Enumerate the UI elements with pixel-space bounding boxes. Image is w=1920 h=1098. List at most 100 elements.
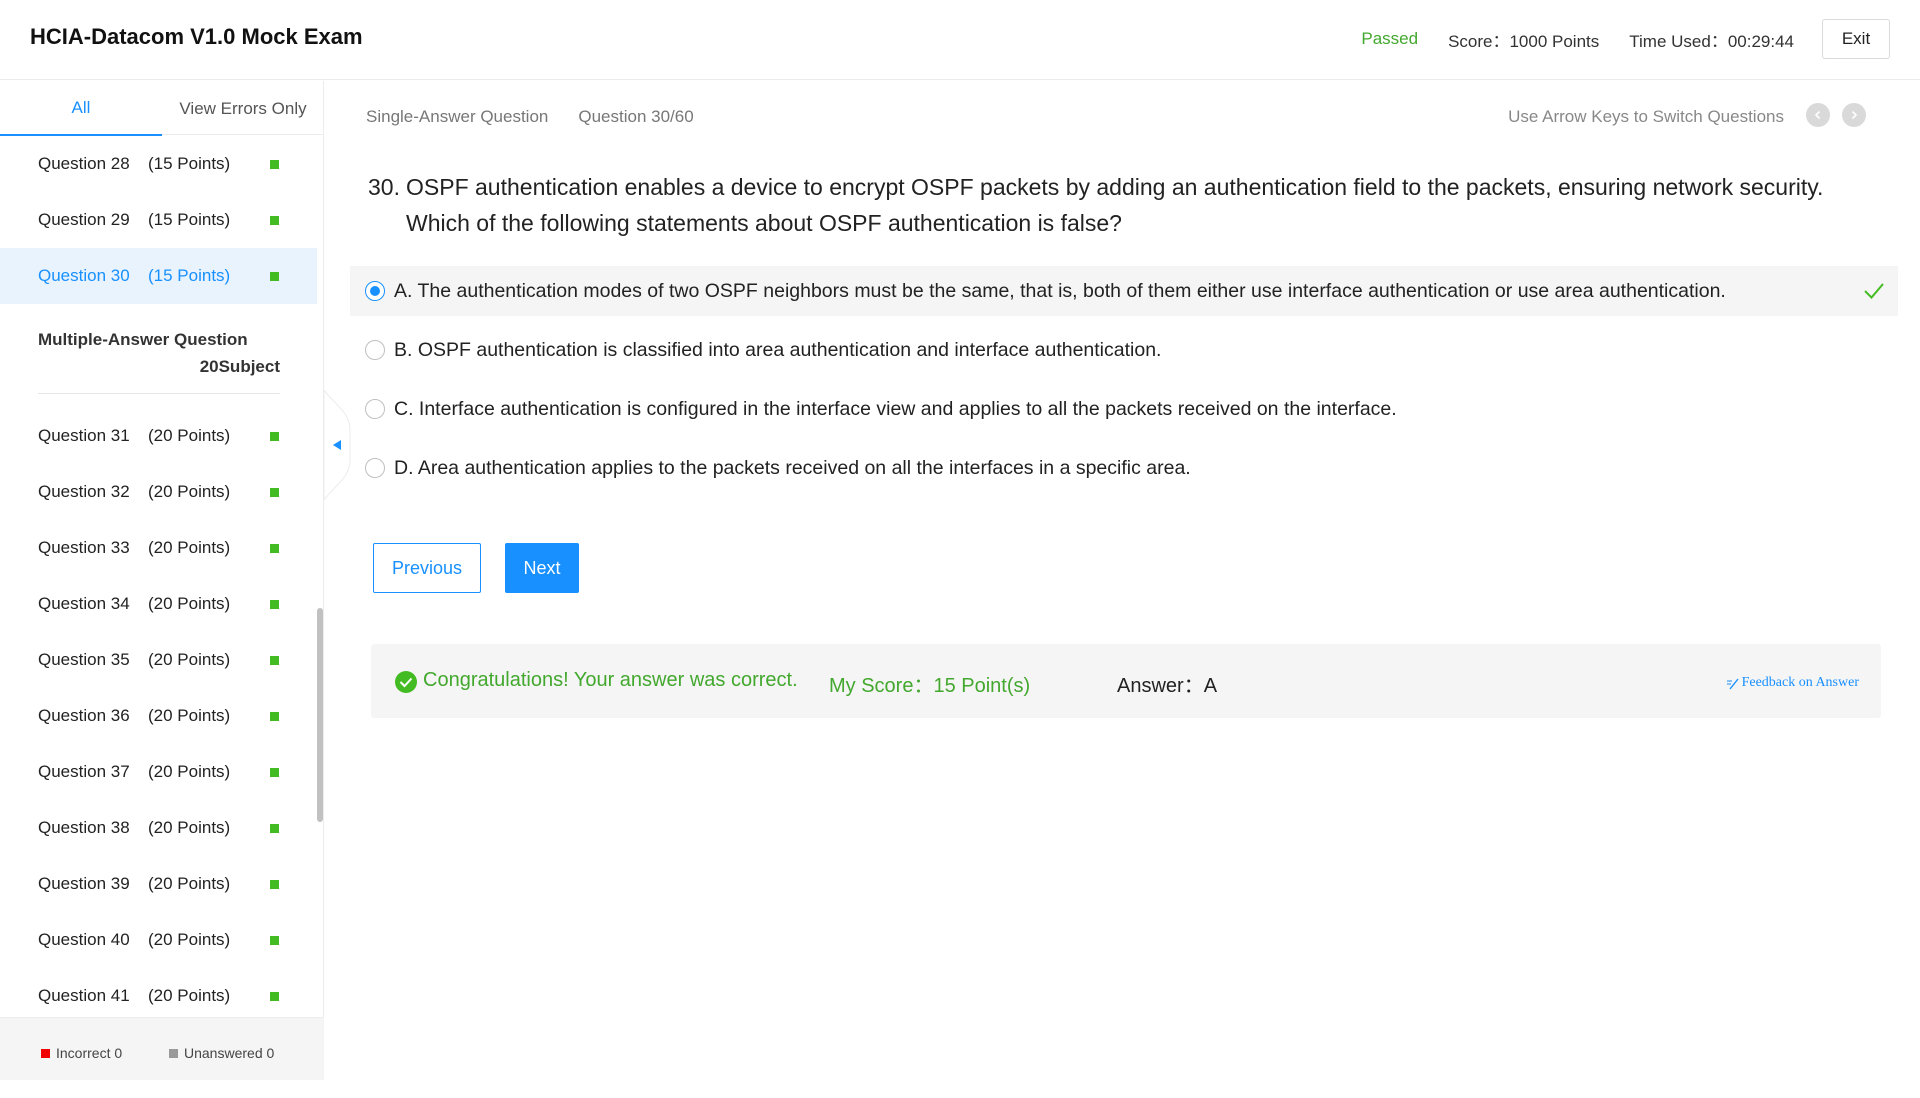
question-stem: 30. OSPF authentication enables a device… [368,169,1888,241]
question-points: (20 Points) [148,874,231,893]
section-header-multiple-answer: Multiple-Answer Question 20Subject [0,316,317,394]
tab-view-errors-only[interactable]: View Errors Only [162,81,324,136]
question-name: Question 35 [38,650,130,669]
option-b-radio[interactable] [365,340,385,360]
question-points: (20 Points) [148,762,231,781]
question-points: (15 Points) [148,266,231,285]
legend-unanswered: Unanswered 0 [169,1045,274,1061]
list-item-question-29[interactable]: Question 29 (15 Points) [0,192,317,248]
question-list[interactable]: Question 28 (15 Points) Question 29 (15 … [0,136,318,1098]
question-name: Question 30 [38,266,130,285]
question-name: Question 29 [38,210,130,229]
feedback-label: Feedback on Answer [1741,675,1859,690]
check-icon [1864,283,1884,299]
answer-result-panel: Congratulations! Your answer was correct… [371,644,1881,718]
option-b-label: B. OSPF authentication is classified int… [394,338,1162,361]
question-name: Question 39 [38,874,130,893]
question-points: (20 Points) [148,986,231,1005]
list-item-question-28[interactable]: Question 28 (15 Points) [0,136,317,192]
question-name: Question 28 [38,154,130,173]
question-points: (15 Points) [148,210,231,229]
tab-all[interactable]: All [0,81,162,136]
feedback-link[interactable]: Feedback on Answer [1726,675,1859,691]
option-c-radio[interactable] [365,399,385,419]
question-name: Question 40 [38,930,130,949]
answered-marker [270,656,279,665]
answered-marker [270,272,279,281]
answered-marker [270,216,279,225]
section-divider [38,393,280,394]
question-points: (15 Points) [148,154,231,173]
answered-marker [270,712,279,721]
header-status-area: Passed Score：1000 Points Time Used：00:29… [1361,18,1890,60]
list-item-question-32[interactable]: Question 32 (20 Points) [0,464,317,520]
option-d-radio[interactable] [365,458,385,478]
question-name: Question 33 [38,538,130,557]
incorrect-marker-icon [41,1048,50,1058]
question-type: Single-Answer Question [366,107,549,126]
question-counter: Question 30/60 [578,107,694,126]
question-name: Question 41 [38,986,130,1005]
option-a[interactable]: A. The authentication modes of two OSPF … [350,266,1898,316]
unanswered-marker-icon [169,1048,178,1058]
next-arrow-icon [1851,110,1858,120]
option-a-label: A. The authentication modes of two OSPF … [394,279,1726,302]
tab-divider [162,134,324,135]
question-name: Question 36 [38,706,130,725]
option-c[interactable]: C. Interface authentication is configure… [350,384,1898,434]
list-item-question-41[interactable]: Question 41 (20 Points) [0,968,317,1024]
option-d[interactable]: D. Area authentication applies to the pa… [350,443,1898,493]
result-message: Congratulations! Your answer was correct… [423,669,798,691]
list-item-question-40[interactable]: Question 40 (20 Points) [0,912,317,968]
section-title: Multiple-Answer Question [38,330,248,349]
list-item-question-34[interactable]: Question 34 (20 Points) [0,576,317,632]
question-points: (20 Points) [148,706,231,725]
option-d-label: D. Area authentication applies to the pa… [394,456,1191,479]
list-item-question-33[interactable]: Question 33 (20 Points) [0,520,317,576]
question-points: (20 Points) [148,594,231,613]
legend-incorrect: Incorrect 0 [41,1045,122,1061]
sidebar-legend: Incorrect 0 Unanswered 0 [0,1017,324,1080]
correct-answer: Answer：A [1117,675,1218,697]
question-name: Question 34 [38,594,130,613]
question-points: (20 Points) [148,930,231,949]
option-a-radio[interactable] [365,281,385,301]
list-item-question-39[interactable]: Question 39 (20 Points) [0,856,317,912]
option-b[interactable]: B. OSPF authentication is classified int… [350,325,1898,375]
answered-marker [270,488,279,497]
question-points: (20 Points) [148,538,231,557]
total-score: Score：1000 Points [1448,31,1600,51]
question-sidebar: All View Errors Only Question 28 (15 Poi… [0,81,324,1080]
answered-marker [270,824,279,833]
list-item-question-35[interactable]: Question 35 (20 Points) [0,632,317,688]
my-score: My Score：15 Point(s) [829,675,1031,697]
sidebar-scrollbar[interactable] [317,608,323,822]
option-c-label: C. Interface authentication is configure… [394,397,1397,420]
prev-question-arrow[interactable] [1806,103,1830,127]
question-points: (20 Points) [148,650,231,669]
list-item-question-30[interactable]: Question 30 (15 Points) [0,248,317,304]
list-item-question-31[interactable]: Question 31 (20 Points) [0,408,317,464]
question-points: (20 Points) [148,426,231,445]
list-item-question-37[interactable]: Question 37 (20 Points) [0,744,317,800]
answered-marker [270,432,279,441]
sidebar-tabs: All View Errors Only [0,81,324,136]
list-item-question-38[interactable]: Question 38 (20 Points) [0,800,317,856]
next-question-arrow[interactable] [1842,103,1866,127]
answered-marker [270,936,279,945]
answered-marker [270,160,279,169]
question-name: Question 37 [38,762,130,781]
list-item-question-36[interactable]: Question 36 (20 Points) [0,688,317,744]
previous-button[interactable]: Previous [373,543,481,593]
question-text: OSPF authentication enables a device to … [406,174,1824,236]
legend-incorrect-label: Incorrect 0 [56,1045,123,1061]
answered-marker [270,600,279,609]
section-count: 20Subject [199,357,280,376]
exit-button[interactable]: Exit [1822,19,1890,59]
next-button[interactable]: Next [505,543,579,593]
answered-marker [270,768,279,777]
top-header: HCIA-Datacom V1.0 Mock Exam Passed Score… [0,0,1920,80]
legend-unanswered-label: Unanswered 0 [184,1045,275,1061]
app-title: HCIA-Datacom V1.0 Mock Exam [30,24,363,49]
prev-arrow-icon [1814,110,1821,120]
